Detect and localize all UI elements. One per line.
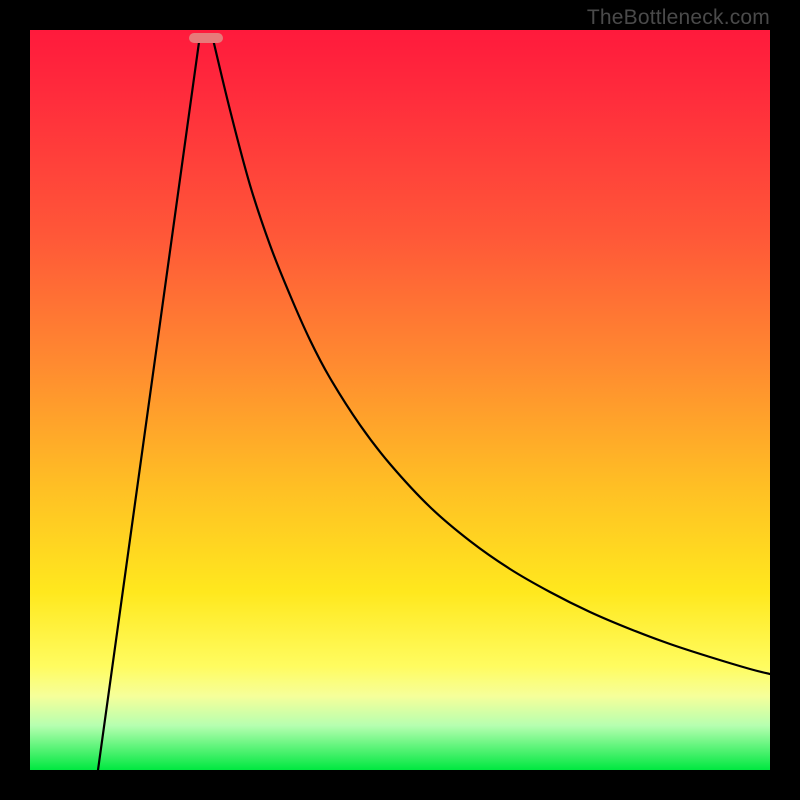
bottleneck-marker — [189, 33, 223, 43]
left-line-path — [98, 35, 200, 770]
right-curve-path — [212, 35, 770, 674]
curve-layer — [30, 30, 770, 770]
chart-frame: TheBottleneck.com — [0, 0, 800, 800]
watermark-text: TheBottleneck.com — [587, 6, 770, 30]
plot-area — [30, 30, 770, 770]
